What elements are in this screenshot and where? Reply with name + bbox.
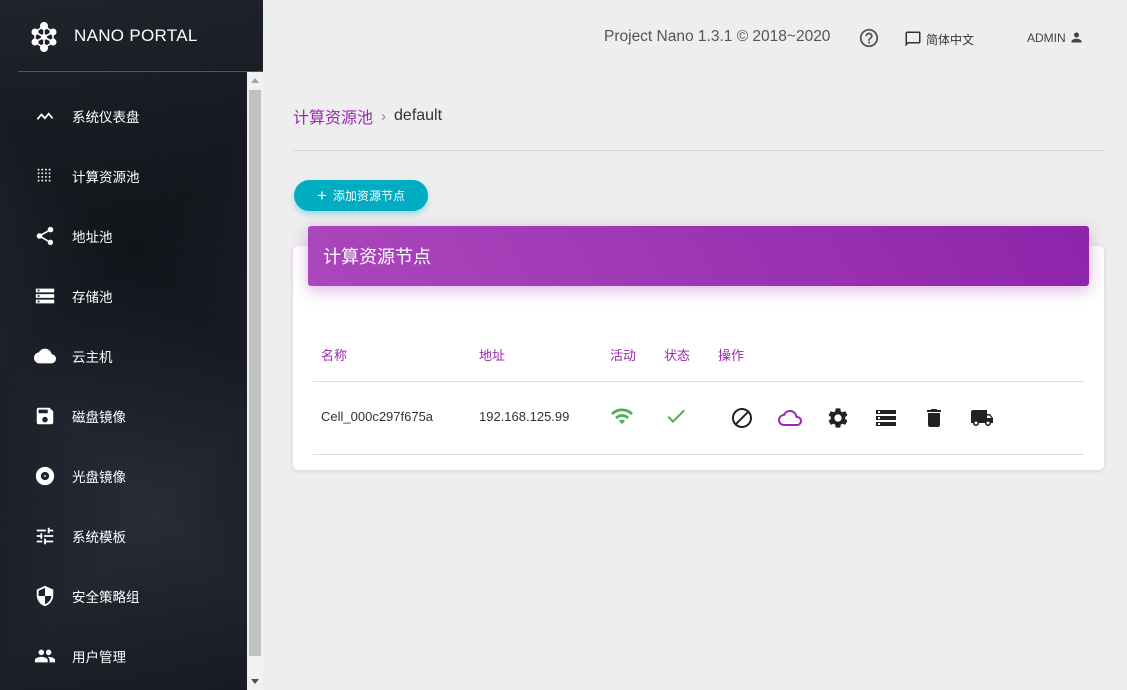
- user-menu[interactable]: ADMIN: [1027, 30, 1084, 45]
- help-icon[interactable]: [858, 27, 880, 49]
- delete-trash-icon[interactable]: [922, 406, 946, 430]
- album-disc-icon: [34, 465, 56, 487]
- sidebar-item-label: 云主机: [72, 350, 113, 365]
- grid-dots-icon: [34, 165, 56, 187]
- people-icon: [34, 645, 56, 667]
- sidebar-nav: 系统仪表盘 计算资源池 地址池 存储池 云主机 磁盘镜像 光盘镜像 系统模板 安…: [18, 86, 247, 686]
- cell-name: Cell_000c297f675a: [321, 409, 434, 424]
- sidebar-item-label: 光盘镜像: [72, 470, 126, 485]
- header-divider: [293, 150, 1104, 151]
- sidebar-item-disk-image[interactable]: 磁盘镜像: [18, 386, 247, 446]
- table-row-divider: [313, 454, 1084, 455]
- column-header-address: 地址: [479, 349, 506, 364]
- sidebar-item-label: 用户管理: [72, 650, 126, 665]
- block-icon[interactable]: [730, 406, 754, 430]
- sidebar-item-cloud-host[interactable]: 云主机: [18, 326, 247, 386]
- breadcrumb-current: default: [394, 107, 443, 124]
- column-header-name: 名称: [321, 349, 348, 364]
- sidebar-item-label: 存储池: [72, 290, 113, 305]
- share-icon: [34, 225, 56, 247]
- scroll-down-arrow-icon[interactable]: [251, 679, 259, 684]
- card-title: 计算资源节点: [308, 226, 1089, 286]
- table-header-divider: [313, 381, 1084, 382]
- user-name: ADMIN: [1027, 30, 1066, 45]
- language-label: 简体中文: [926, 32, 975, 47]
- column-header-alive: 活动: [610, 349, 637, 364]
- version-text: Project Nano 1.3.1 © 2018~2020: [604, 28, 831, 45]
- check-icon: [664, 404, 688, 428]
- scrollbar-thumb[interactable]: [249, 90, 261, 656]
- sidebar-item-label: 系统模板: [72, 530, 126, 545]
- sidebar-item-label: 磁盘镜像: [72, 410, 126, 425]
- sidebar-item-dashboard[interactable]: 系统仪表盘: [18, 86, 247, 146]
- sidebar-item-label: 系统仪表盘: [72, 110, 140, 125]
- shield-icon: [34, 585, 56, 607]
- breadcrumb: 计算资源池 › default: [293, 104, 442, 128]
- nano-logo-icon: [31, 21, 57, 52]
- tune-sliders-icon: [34, 525, 56, 547]
- cloud-icon: [34, 345, 56, 367]
- truck-migrate-icon[interactable]: [970, 406, 994, 430]
- breadcrumb-separator: ›: [381, 107, 387, 125]
- sidebar-item-security-group[interactable]: 安全策略组: [18, 566, 247, 626]
- cell-address: 192.168.125.99: [479, 409, 570, 424]
- scroll-up-arrow-icon[interactable]: [251, 78, 259, 83]
- sidebar-item-label: 安全策略组: [72, 590, 140, 605]
- sidebar-item-optical-image[interactable]: 光盘镜像: [18, 446, 247, 506]
- sidebar-item-user-management[interactable]: 用户管理: [18, 626, 247, 686]
- sidebar-item-label: 计算资源池: [72, 170, 140, 185]
- column-header-status: 状态: [664, 349, 691, 364]
- add-button-label: 添加资源节点: [332, 189, 405, 203]
- brand-name: NANO PORTAL: [74, 25, 198, 45]
- wifi-icon: [610, 404, 634, 428]
- person-icon: [1071, 32, 1082, 43]
- storage-icon: [34, 285, 56, 307]
- plus-icon: +: [317, 186, 327, 205]
- sidebar-item-storage-pool[interactable]: 存储池: [18, 266, 247, 326]
- chat-bubble-icon: [905, 31, 921, 47]
- add-resource-node-button[interactable]: + 添加资源节点: [294, 180, 428, 211]
- brand[interactable]: NANO PORTAL: [18, 0, 263, 72]
- settings-gear-icon[interactable]: [826, 406, 850, 430]
- top-bar: Project Nano 1.3.1 © 2018~2020 简体中文 ADMI…: [263, 0, 1127, 76]
- dashboard-trend-icon: [34, 105, 56, 127]
- breadcrumb-parent-link[interactable]: 计算资源池: [293, 104, 373, 128]
- sidebar-item-system-template[interactable]: 系统模板: [18, 506, 247, 566]
- save-disk-icon: [34, 405, 56, 427]
- language-switch[interactable]: 简体中文: [904, 30, 974, 48]
- cloud-outline-icon[interactable]: [778, 406, 802, 430]
- sidebar-item-label: 地址池: [72, 230, 113, 245]
- sidebar-scrollbar[interactable]: [247, 72, 263, 690]
- sidebar-item-compute-pool[interactable]: 计算资源池: [18, 146, 247, 206]
- sidebar-item-address-pool[interactable]: 地址池: [18, 206, 247, 266]
- column-header-operations: 操作: [718, 349, 745, 364]
- storage-list-icon[interactable]: [874, 406, 898, 430]
- sidebar: NANO PORTAL 系统仪表盘 计算资源池 地址池 存储池 云主机 磁盘镜像…: [0, 0, 263, 690]
